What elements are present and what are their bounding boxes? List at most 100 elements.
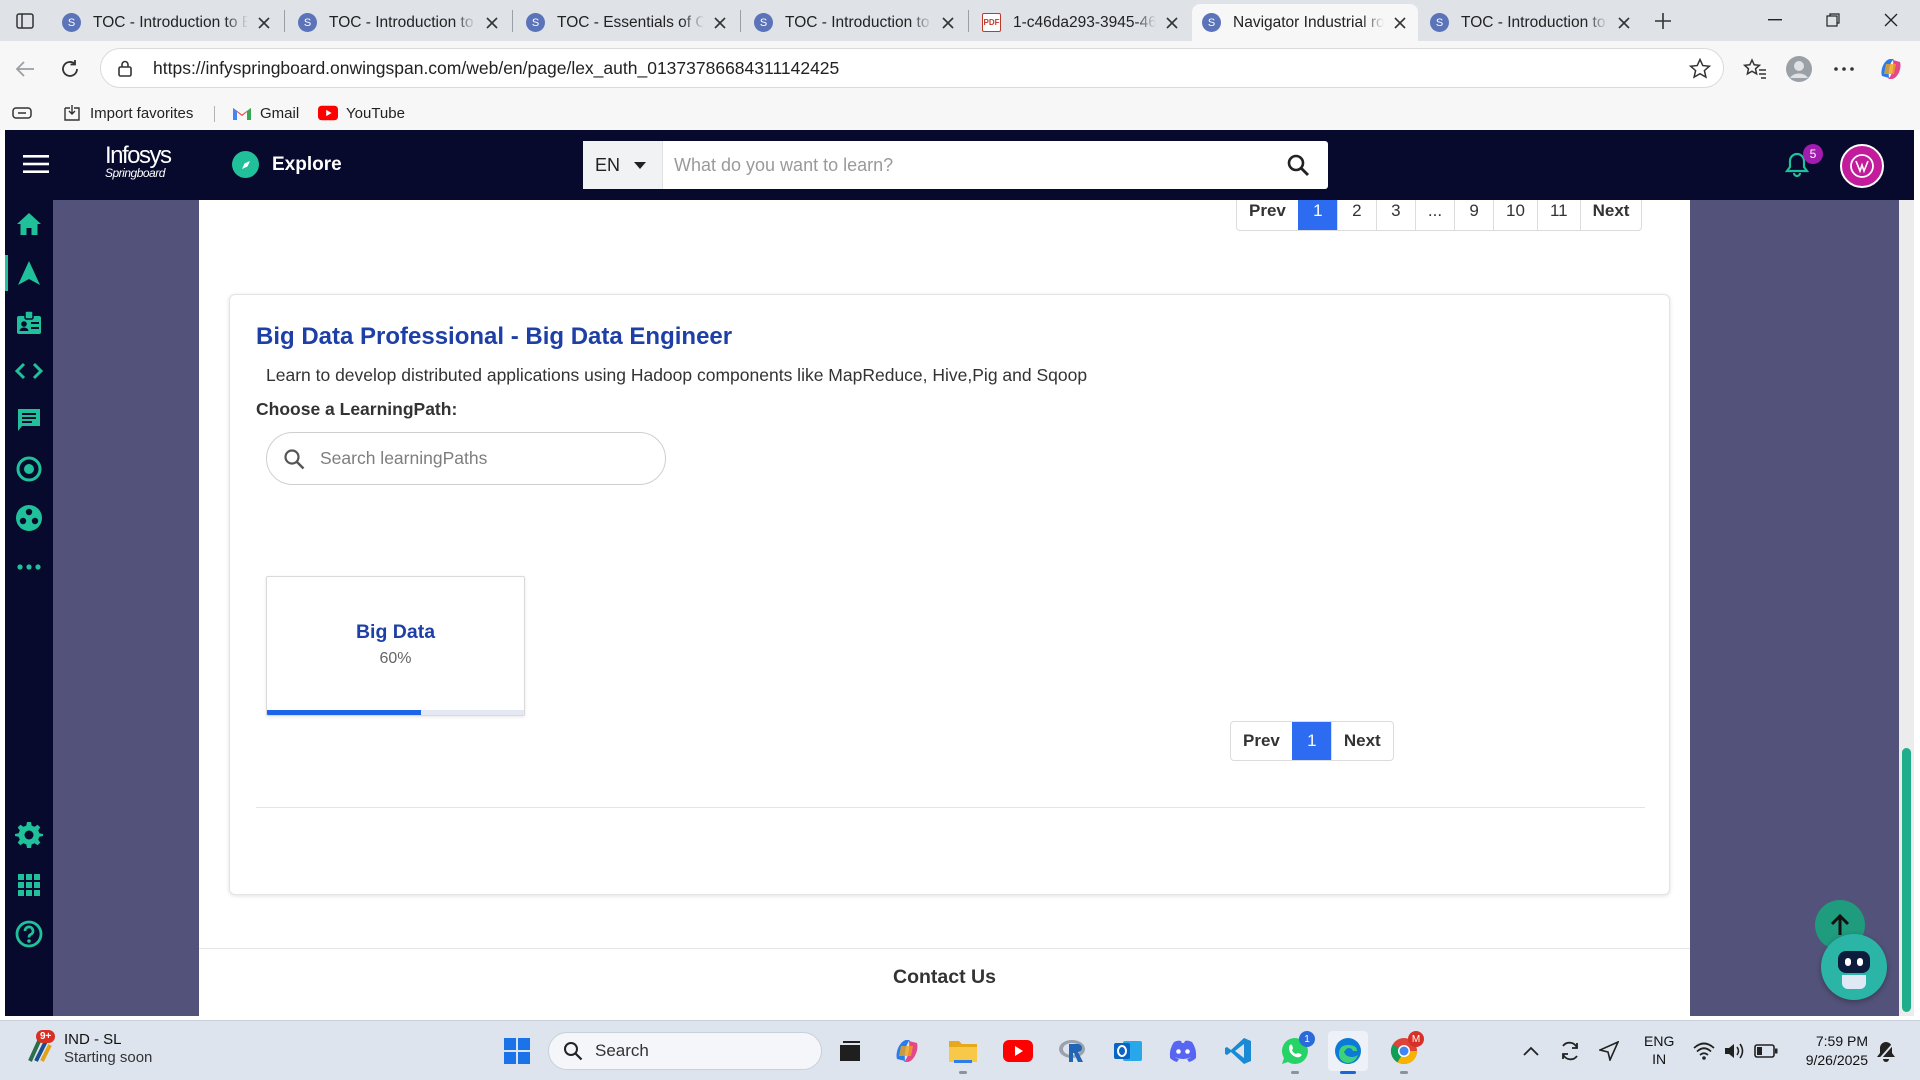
minimize-button[interactable] <box>1746 0 1804 40</box>
input-language-indicator[interactable]: ENG IN <box>1644 1032 1674 1068</box>
close-icon[interactable] <box>1614 13 1634 33</box>
profile-icon[interactable] <box>1782 52 1816 86</box>
browser-tab[interactable]: S TOC - Introduction to Pig <box>1420 4 1642 41</box>
badge-nav-item[interactable] <box>5 298 53 346</box>
gmail-icon <box>232 104 252 122</box>
refresh-button[interactable] <box>53 52 87 86</box>
springboard-favicon-icon: S <box>62 13 81 32</box>
copilot-taskbar-button[interactable] <box>887 1031 927 1071</box>
id-badge-icon <box>17 310 41 334</box>
target-nav-item[interactable] <box>5 445 53 493</box>
youtube-taskbar-button[interactable] <box>998 1031 1038 1071</box>
browser-tab[interactable]: S TOC - Essentials of Cloud <box>516 4 738 41</box>
help-nav-item[interactable] <box>5 910 53 958</box>
system-clock[interactable]: 7:59 PM 9/26/2025 <box>1792 1032 1868 1070</box>
browser-tab[interactable]: S TOC - Introduction to Hadoop <box>288 4 510 41</box>
close-icon[interactable] <box>710 13 730 33</box>
role-title[interactable]: Big Data Professional - Big Data Enginee… <box>256 323 732 351</box>
site-info-icon[interactable] <box>115 58 135 78</box>
wifi-icon[interactable] <box>1692 1039 1716 1063</box>
notifications-button[interactable]: 5 <box>1785 144 1823 178</box>
pagination-page[interactable]: 2 <box>1336 200 1376 230</box>
edge-icon <box>1335 1038 1361 1064</box>
pagination-next[interactable]: Next <box>1579 200 1642 230</box>
more-nav-item[interactable] <box>5 543 53 591</box>
close-window-button[interactable] <box>1862 0 1920 40</box>
weather-widget[interactable]: 9+ IND - SL Starting soon <box>22 1030 152 1067</box>
apps-nav-item[interactable] <box>5 861 53 909</box>
vscode-button[interactable] <box>1218 1031 1258 1071</box>
whatsapp-button[interactable]: 1 <box>1275 1031 1315 1074</box>
menu-icon[interactable] <box>23 154 49 174</box>
outlook-button[interactable] <box>1108 1031 1148 1071</box>
search-icon <box>281 446 307 472</box>
discussion-nav-item[interactable] <box>5 396 53 444</box>
sync-icon[interactable] <box>1558 1039 1582 1063</box>
navigator-nav-item[interactable] <box>5 249 53 297</box>
discord-button[interactable] <box>1163 1031 1203 1071</box>
new-tab-button[interactable] <box>1648 8 1678 34</box>
favorite-import[interactable]: Import favorites <box>62 103 193 123</box>
notification-center-icon[interactable] <box>1874 1039 1898 1063</box>
close-icon[interactable] <box>1162 13 1182 33</box>
infosys-springboard-logo[interactable]: Infosys Springboard <box>105 144 172 180</box>
community-nav-item[interactable] <box>5 494 53 542</box>
location-icon[interactable] <box>1597 1039 1621 1063</box>
reading-list-icon[interactable] <box>12 103 32 123</box>
tab-actions-icon[interactable] <box>10 8 40 34</box>
pagination-prev[interactable]: Prev <box>1231 722 1292 760</box>
start-button[interactable] <box>497 1031 537 1071</box>
pagination-page[interactable]: 10 <box>1493 200 1537 230</box>
pagination-next[interactable]: Next <box>1330 722 1393 760</box>
favorite-gmail[interactable]: Gmail <box>232 103 299 123</box>
browser-tab[interactable]: S TOC - Introduction to Hive <box>744 4 966 41</box>
pagination-page[interactable]: 9 <box>1454 200 1493 230</box>
file-explorer-button[interactable] <box>943 1031 983 1074</box>
home-nav-item[interactable] <box>5 200 53 248</box>
address-bar[interactable]: https://infyspringboard.onwingspan.com/w… <box>100 48 1724 88</box>
volume-icon[interactable] <box>1723 1039 1747 1063</box>
learning-path-card[interactable]: Big Data 60% <box>266 576 525 716</box>
global-search: EN <box>583 141 1328 189</box>
page-scrollbar[interactable] <box>1899 200 1914 1016</box>
pagination-top: Prev 1 2 3 ... 9 10 11 Next <box>1236 200 1643 231</box>
browser-tab[interactable]: S TOC - Introduction to Big Data <box>52 4 282 41</box>
back-button[interactable] <box>8 52 42 86</box>
pagination-prev[interactable]: Prev <box>1237 200 1298 230</box>
favorite-youtube[interactable]: YouTube <box>318 103 405 123</box>
explore-link[interactable]: Explore <box>232 151 342 178</box>
favorites-icon[interactable] <box>1738 52 1772 86</box>
restore-button[interactable] <box>1804 0 1862 40</box>
task-view-button[interactable] <box>830 1031 870 1071</box>
code-nav-item[interactable] <box>5 347 53 395</box>
settings-nav-item[interactable] <box>5 811 53 859</box>
more-menu-icon[interactable] <box>1827 52 1861 86</box>
favorite-star-icon[interactable] <box>1689 58 1711 79</box>
browser-tab-active[interactable]: S Navigator Industrial roles <box>1192 4 1418 41</box>
learning-path-search-input[interactable] <box>320 448 640 469</box>
battery-icon[interactable] <box>1754 1039 1778 1063</box>
chevron-up-icon[interactable] <box>1519 1039 1543 1063</box>
taskbar-search[interactable]: Search <box>548 1032 822 1070</box>
edge-button[interactable] <box>1328 1031 1368 1074</box>
search-input[interactable] <box>663 141 1268 189</box>
pagination-page[interactable]: 3 <box>1375 200 1415 230</box>
pagination-page[interactable]: 11 <box>1536 200 1580 230</box>
r-app-button[interactable] <box>1053 1031 1093 1071</box>
pagination-page[interactable]: 1 <box>1291 722 1331 760</box>
language-select[interactable]: EN <box>583 141 663 189</box>
contact-us-heading[interactable]: Contact Us <box>199 966 1690 989</box>
pagination-page[interactable]: 1 <box>1297 200 1337 230</box>
close-icon[interactable] <box>254 13 274 33</box>
chrome-button[interactable]: M <box>1384 1031 1424 1074</box>
close-icon[interactable] <box>482 13 502 33</box>
user-avatar[interactable] <box>1840 144 1884 188</box>
close-icon[interactable] <box>938 13 958 33</box>
scrollbar-thumb[interactable] <box>1902 748 1911 1012</box>
copilot-icon[interactable] <box>1874 52 1908 86</box>
search-button[interactable] <box>1268 141 1328 189</box>
chatbot-button[interactable] <box>1821 934 1887 1000</box>
browser-tab[interactable]: PDF 1-c46da293-3945-46e4 <box>972 4 1190 41</box>
tab-title: TOC - Essentials of Cloud <box>557 13 704 31</box>
close-icon[interactable] <box>1390 13 1410 33</box>
